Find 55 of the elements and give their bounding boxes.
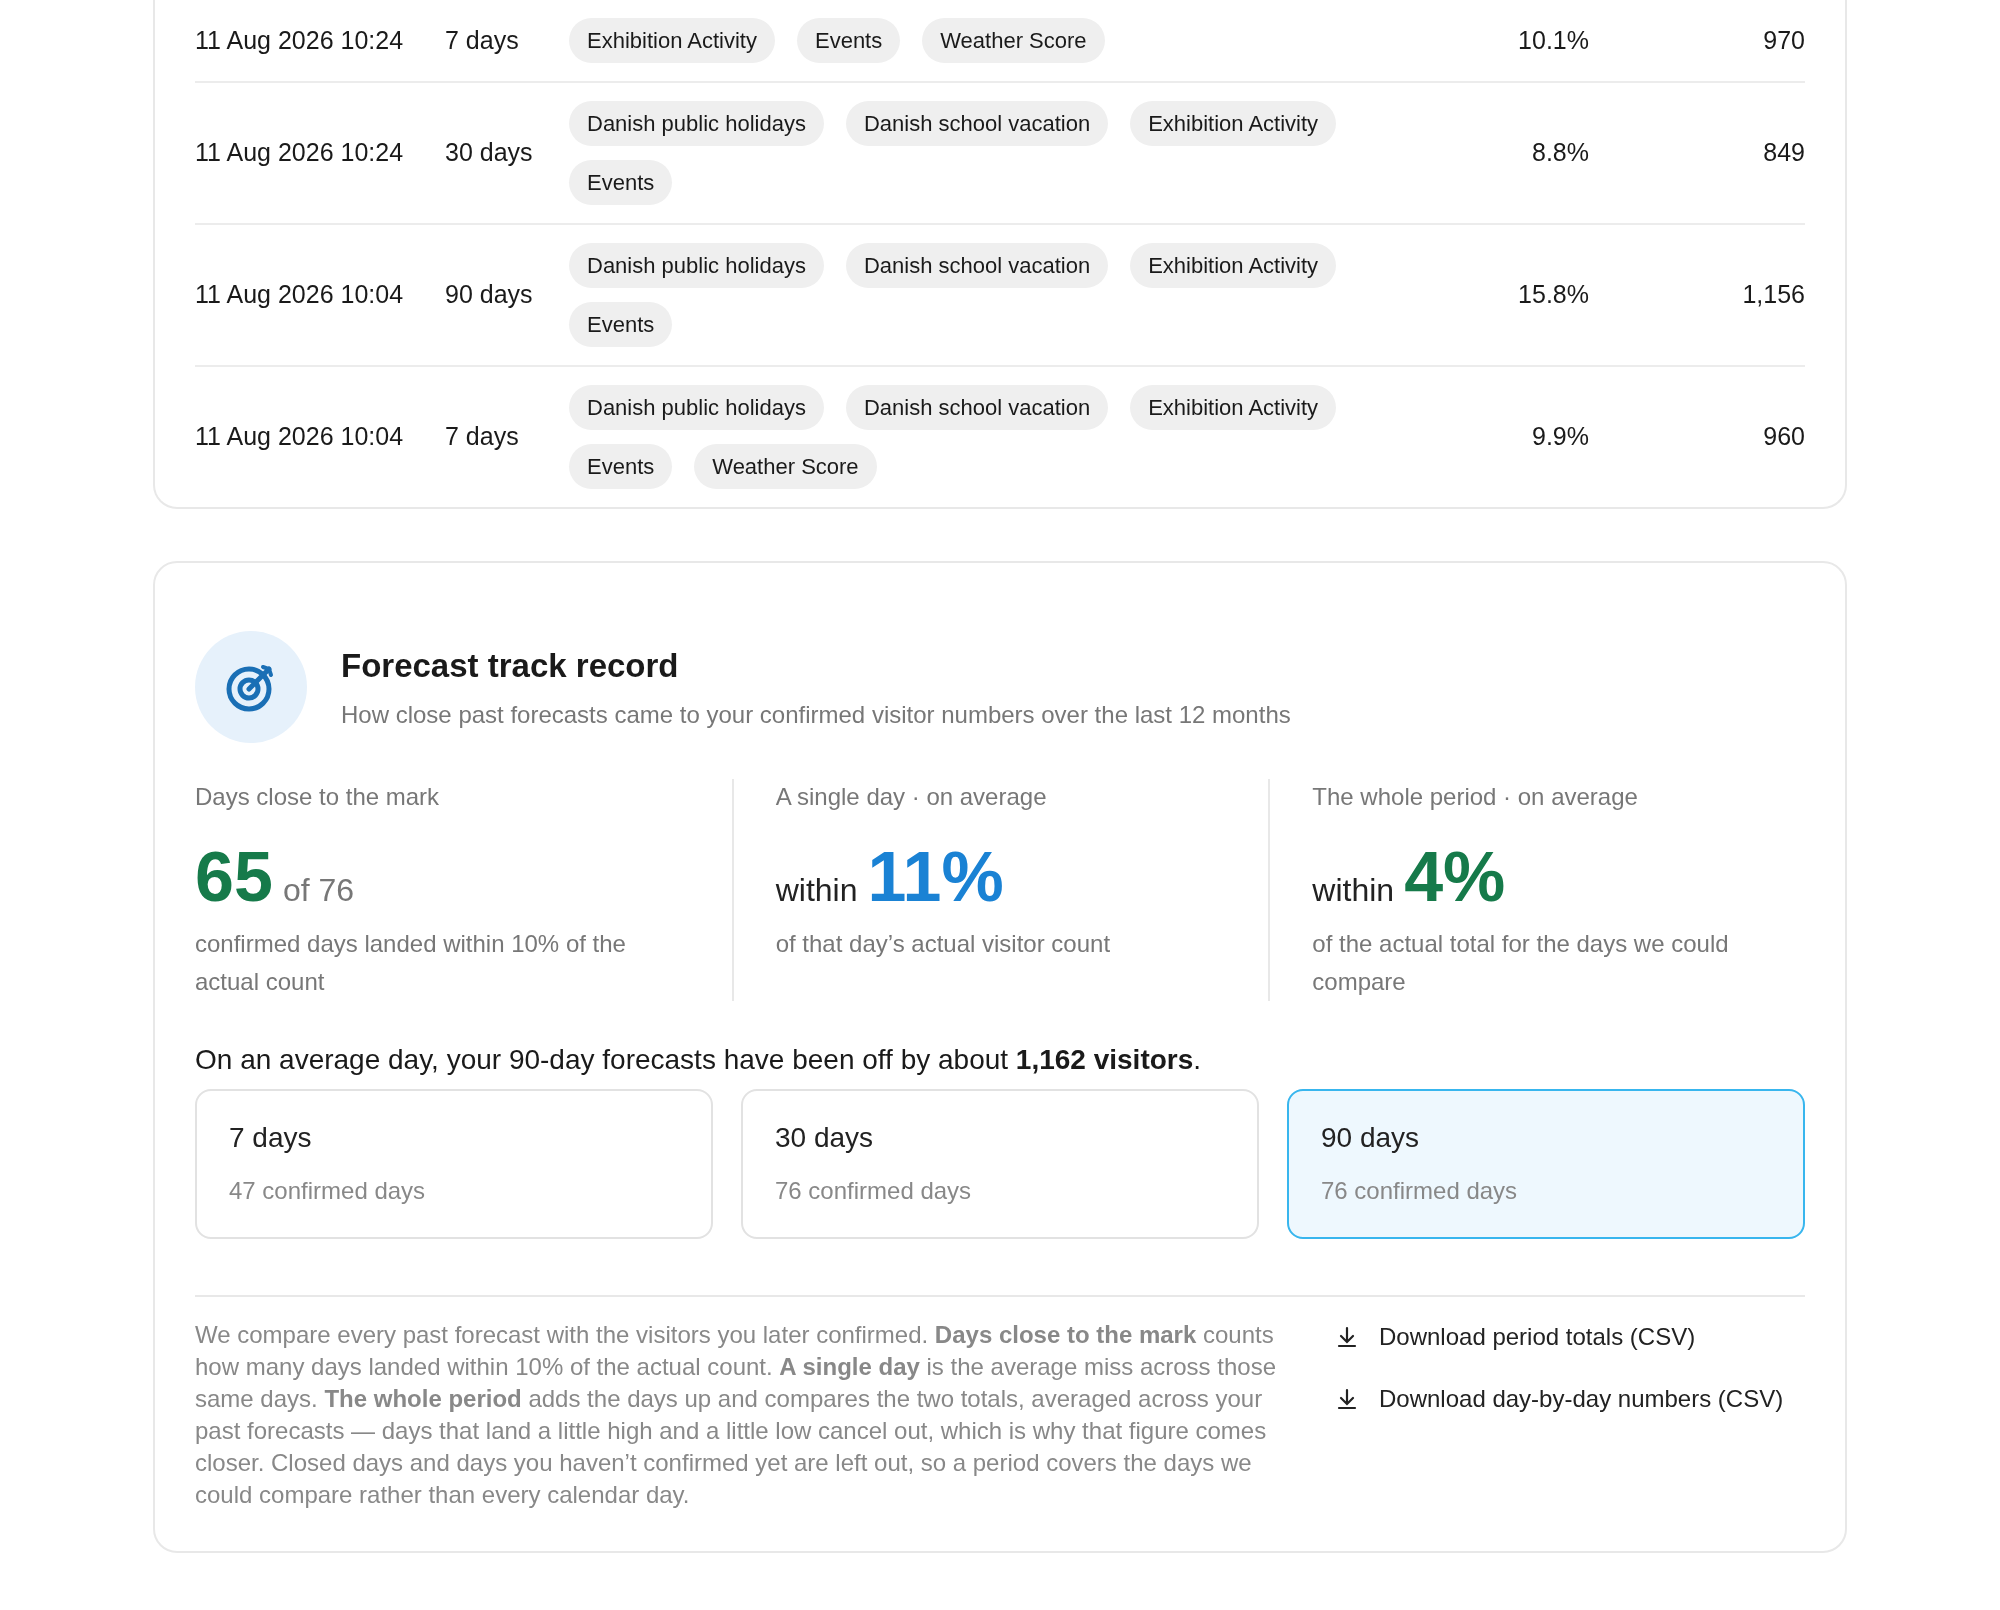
explanation-paragraph: We compare every past forecast with the visitors you later confirmed. Days close to the mark counts how many days landed within 10% of the actual count. A single day is the average miss across those same days. The whole period adds the days up and compares the two totals, averaged across your past forecasts — days that land a little high and a little low cancel out, which is why that figure comes closer. Closed days and days you haven’t confirmed yet are left out, so a period covers the days we could compare rather than every calendar day. bbox=[195, 1320, 1277, 1510]
tag-chip: Danish public holidays bbox=[569, 243, 824, 288]
tag-chip: Exhibition Activity bbox=[1130, 243, 1337, 288]
period-option[interactable]: 90 days 76 confirmed days bbox=[1287, 1089, 1805, 1239]
horizon-cell-text: 7 days bbox=[445, 24, 520, 56]
tag-chip: Exhibition Activity bbox=[1130, 385, 1337, 430]
date-cell-text: 11 Aug 2026 10:24 bbox=[195, 24, 405, 56]
stat-label: Days close to the mark bbox=[195, 782, 441, 812]
stat-prefix: within bbox=[1312, 871, 1395, 910]
tag-chip: Events bbox=[796, 18, 901, 63]
date-cell-text: 11 Aug 2026 10:24 bbox=[195, 137, 405, 169]
visitors-cell-text: 1,156 bbox=[1741, 279, 1805, 311]
tag-chip: Exhibition Activity bbox=[1130, 101, 1337, 146]
visitors-cell-text: 849 bbox=[1762, 137, 1805, 169]
horizon-cell-text: 7 days bbox=[445, 421, 520, 453]
stat-value: 4% bbox=[1404, 837, 1506, 918]
tag-chip: Danish public holidays bbox=[569, 385, 824, 430]
stat-caption: of the actual total for the days we could compare bbox=[1312, 929, 1730, 997]
stat-label: A single day · on average bbox=[775, 782, 1048, 812]
horizon-cell-text: 30 days bbox=[445, 137, 534, 169]
stat-value: 11% bbox=[867, 837, 1004, 918]
tag-chip: Events bbox=[569, 444, 673, 489]
tag-chip: Danish school vacation bbox=[845, 385, 1109, 430]
tag-chip: Events bbox=[569, 302, 673, 347]
tag-chip: Danish public holidays bbox=[569, 101, 824, 146]
download-link[interactable]: Download day-by-day numbers (CSV) bbox=[1335, 1381, 1784, 1417]
period-option[interactable]: 30 days 76 confirmed days bbox=[741, 1089, 1259, 1239]
summary-text: On an average day, your 90-day forecasts have been off by about 1,162 visitors. bbox=[195, 1043, 1203, 1077]
card-subtitle: How close past forecasts came to your confirmed visitor numbers over the last 12 months bbox=[341, 699, 1291, 730]
date-cell-text: 11 Aug 2026 10:04 bbox=[195, 279, 405, 311]
date-cell-text: 11 Aug 2026 10:04 bbox=[195, 421, 405, 453]
visitors-cell-text: 970 bbox=[1762, 24, 1805, 56]
tag-chip: Danish school vacation bbox=[845, 101, 1109, 146]
visitors-cell-text: 960 bbox=[1762, 421, 1805, 453]
error-cell-text: 9.9% bbox=[1531, 421, 1589, 453]
tag-chip: Exhibition Activity bbox=[569, 18, 775, 63]
stat-prefix: within bbox=[775, 871, 858, 910]
stat-label: The whole period · on average bbox=[1312, 782, 1639, 812]
error-cell-text: 10.1% bbox=[1517, 24, 1589, 56]
error-cell-text: 8.8% bbox=[1531, 137, 1589, 169]
download-icon bbox=[1335, 1325, 1359, 1349]
tag-chip: Danish school vacation bbox=[845, 243, 1109, 288]
stat-value: 65 bbox=[195, 837, 273, 918]
card-title: Forecast track record bbox=[341, 646, 680, 687]
period-option[interactable]: 7 days 47 confirmed days bbox=[195, 1089, 713, 1239]
tag-chip: Weather Score bbox=[694, 444, 877, 489]
download-link[interactable]: Download period totals (CSV) bbox=[1335, 1319, 1784, 1355]
tag-chip: Events bbox=[569, 160, 673, 205]
horizon-cell-text: 90 days bbox=[445, 279, 534, 311]
stat-caption: of that day’s actual visitor count bbox=[775, 929, 1112, 959]
download-icon bbox=[1335, 1387, 1359, 1411]
tag-chip: Weather Score bbox=[922, 18, 1105, 63]
error-cell-text: 15.8% bbox=[1517, 279, 1589, 311]
stat-caption: confirmed days landed within 10% of the actual count bbox=[195, 929, 627, 997]
stat-suffix: of 76 bbox=[282, 871, 355, 910]
